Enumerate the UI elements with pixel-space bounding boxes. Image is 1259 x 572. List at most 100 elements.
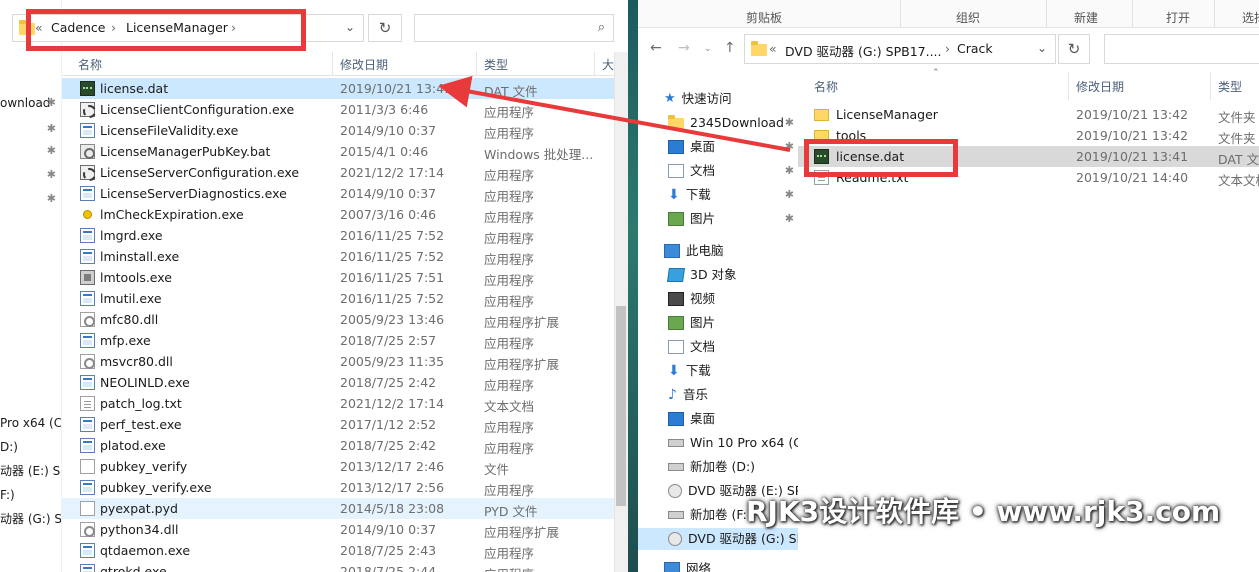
column-divider[interactable] (1068, 72, 1069, 100)
file-row[interactable]: platod.exe 2018/7/25 2:42 应用程序 (62, 435, 614, 456)
column-divider[interactable] (1210, 72, 1211, 100)
column-divider[interactable] (476, 52, 477, 76)
file-row[interactable]: mfc80.dll 2005/9/23 13:46 应用程序扩展 (62, 309, 614, 330)
file-row[interactable]: python34.dll 2014/9/10 0:37 应用程序扩展 (62, 519, 614, 540)
folder-icon (668, 114, 684, 130)
refresh-button[interactable]: ↻ (368, 14, 402, 42)
nav-strip-item[interactable]: 动器 (E:) SP (0, 460, 62, 482)
file-row[interactable]: LicenseManager 2019/10/21 13:42 文件夹 (798, 104, 1259, 125)
nav-item[interactable]: 此电脑 (638, 240, 798, 262)
refresh-button[interactable]: ↻ (1058, 34, 1090, 64)
nav-strip-item[interactable]: D:) (0, 436, 61, 458)
recent-locations-chevron-icon[interactable]: ⌄ (704, 44, 712, 54)
chevron-down-icon[interactable]: ⌄ (345, 20, 355, 34)
nav-item[interactable]: 视频 (638, 288, 798, 310)
file-row[interactable]: LicenseServerConfiguration.exe 2021/12/2 … (62, 162, 614, 183)
file-row[interactable]: license.dat 2019/10/21 13:41 DAT 文件 (62, 78, 614, 99)
search-input[interactable]: ⌕ (414, 14, 614, 42)
file-row[interactable]: lminstall.exe 2016/11/25 7:52 应用程序 (62, 246, 614, 267)
file-row[interactable]: LicenseManagerPubKey.bat 2015/4/1 0:46 Win… (62, 141, 614, 162)
search-input[interactable] (1104, 34, 1259, 64)
file-modified-date: 2014/9/10 0:37 (340, 123, 437, 138)
pin-icon[interactable]: ✱ (785, 184, 794, 206)
nav-item[interactable]: ⬇ 下载 (638, 360, 798, 382)
pin-icon[interactable]: ✱ (47, 118, 56, 140)
up-arrow-icon[interactable]: ↑ (724, 40, 736, 56)
nav-item[interactable]: ⬇ 下载 ✱ (638, 184, 798, 206)
file-row[interactable]: patch_log.txt 2021/12/2 17:14 文本文档 (62, 393, 614, 414)
file-type: 应用程序 (484, 210, 535, 225)
drv-icon (668, 438, 684, 447)
column-header-date[interactable]: 修改日期 (340, 56, 388, 73)
file-row[interactable]: lmCheckExpiration.exe 2007/3/16 0:46 应用程序 (62, 204, 614, 225)
breadcrumb-segment-dvd[interactable]: DVD 驱动器 (G:) SPB17.... (785, 41, 942, 60)
nav-item[interactable]: 图片 ✱ (638, 208, 798, 230)
nav-item[interactable]: 2345Download ✱ (638, 112, 798, 134)
file-row[interactable]: NEOLINLD.exe 2018/7/25 2:42 应用程序 (62, 372, 614, 393)
file-row[interactable]: perf_test.exe 2017/1/12 2:52 应用程序 (62, 414, 614, 435)
nav-item[interactable]: 桌面 (638, 408, 798, 430)
pin-icon[interactable]: ✱ (785, 112, 794, 134)
file-row[interactable]: LicenseClientConfiguration.exe 2011/3/3 6… (62, 99, 614, 120)
file-name: LicenseManager (836, 107, 938, 122)
file-type: 应用程序 (484, 420, 535, 435)
breadcrumb-segment-crack[interactable]: Crack (957, 41, 993, 56)
column-header-name[interactable]: 名称 (78, 56, 102, 73)
back-arrow-icon[interactable]: ← (650, 40, 662, 56)
nav-item[interactable]: ♪ 音乐 (638, 384, 798, 406)
column-header-name[interactable]: 名称 (814, 78, 838, 95)
nav-item[interactable]: Win 10 Pro x64 (C (638, 432, 798, 454)
breadcrumb-overflow-chevron[interactable]: « (769, 41, 777, 56)
nav-item[interactable]: 文档 (638, 336, 798, 358)
nav-strip-item[interactable]: ✱ (0, 118, 61, 140)
file-row[interactable]: qtdaemon.exe 2018/7/25 2:43 应用程序 (62, 540, 614, 561)
nav-item[interactable]: DVD 驱动器 (G:) SI (638, 528, 798, 550)
file-row[interactable]: LicenseFileValidity.exe 2014/9/10 0:37 应用程… (62, 120, 614, 141)
nav-strip-item[interactable]: 动器 (G:) SI (0, 508, 61, 530)
pin-icon[interactable]: ✱ (785, 208, 794, 230)
nav-item[interactable]: 3D 对象 (638, 264, 798, 286)
nav-item[interactable]: 图片 (638, 312, 798, 334)
scrollbar-thumb[interactable] (616, 306, 626, 506)
column-header-size[interactable]: 大 (602, 56, 614, 73)
file-row[interactable]: lmgrd.exe 2016/11/25 7:52 应用程序 (62, 225, 614, 246)
file-row[interactable]: msvcr80.dll 2005/9/23 11:35 应用程序扩展 (62, 351, 614, 372)
nav-strip-item[interactable]: ownload ✱ (0, 92, 61, 114)
file-row[interactable]: LicenseServerDiagnostics.exe 2014/9/10 0:… (62, 183, 614, 204)
file-row[interactable]: qtrokd.exe 2018/7/25 2:44 应用程序 (62, 561, 614, 572)
forward-arrow-icon[interactable]: → (678, 40, 690, 56)
pin-icon[interactable]: ✱ (47, 188, 56, 210)
file-modified-date: 2016/11/25 7:51 (340, 270, 445, 285)
nav-item[interactable]: 新加卷 (D:) (638, 456, 798, 478)
pin-icon[interactable]: ✱ (47, 164, 56, 186)
column-header-type[interactable]: 类型 (1218, 78, 1242, 95)
file-name: qtrokd.exe (100, 564, 167, 572)
pin-icon[interactable]: ✱ (47, 92, 56, 114)
nav-strip-item[interactable]: F:) (0, 484, 61, 506)
pin-icon[interactable]: ✱ (47, 140, 56, 162)
pin-icon[interactable]: ✱ (785, 160, 794, 182)
column-divider[interactable] (332, 52, 333, 76)
file-row[interactable]: lmutil.exe 2016/11/25 7:52 应用程序 (62, 288, 614, 309)
nav-strip-item[interactable]: ✱ (0, 188, 61, 210)
nav-item[interactable]: 文档 ✱ (638, 160, 798, 182)
nav-item[interactable]: ★ 快速访问 (638, 88, 798, 110)
right-address-bar[interactable]: « DVD 驱动器 (G:) SPB17.... › Crack ⌄ (744, 34, 1056, 64)
file-row[interactable]: pubkey_verify.exe 2013/12/17 2:56 应用程序 (62, 477, 614, 498)
column-header-type[interactable]: 类型 (484, 56, 508, 73)
nav-strip-label: 动器 (E:) SP (0, 464, 62, 478)
file-row[interactable]: pyexpat.pyd 2014/5/18 23:08 PYD 文件 (62, 498, 614, 519)
nav-item[interactable]: 桌面 ✱ (638, 136, 798, 158)
chevron-down-icon[interactable]: ⌄ (1037, 41, 1047, 55)
file-row[interactable]: lmtools.exe 2016/11/25 7:51 应用程序 (62, 267, 614, 288)
pin-icon[interactable]: ✱ (785, 136, 794, 158)
nav-item[interactable]: 网络 (638, 558, 798, 572)
nav-strip-item[interactable]: ✱ (0, 140, 61, 162)
nav-strip-item[interactable]: Pro x64 (C (0, 412, 61, 434)
file-name: python34.dll (100, 522, 179, 537)
file-row[interactable]: mfp.exe 2018/7/25 2:57 应用程序 (62, 330, 614, 351)
file-row[interactable]: pubkey_verify 2013/12/17 2:46 文件 (62, 456, 614, 477)
column-divider[interactable] (594, 52, 595, 76)
nav-strip-item[interactable]: ✱ (0, 164, 61, 186)
column-header-date[interactable]: 修改日期 (1076, 78, 1124, 95)
